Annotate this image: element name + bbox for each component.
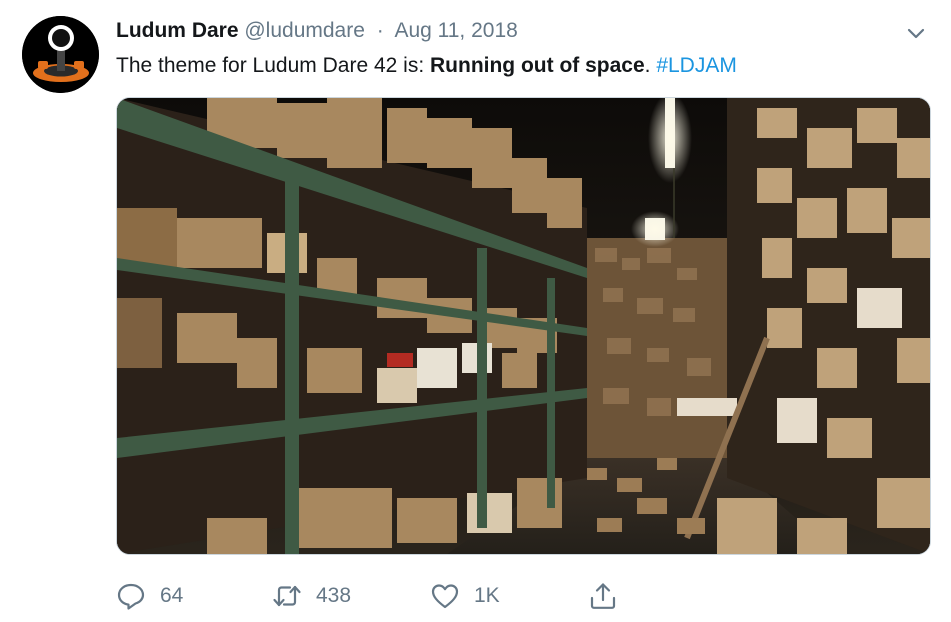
retweet-icon bbox=[273, 585, 301, 607]
reply-count: 64 bbox=[160, 584, 184, 607]
retweet-button[interactable]: 438 bbox=[272, 578, 351, 614]
warehouse-photo bbox=[117, 98, 930, 554]
tweet-text: The theme for Ludum Dare 42 is: Running … bbox=[116, 51, 921, 81]
like-count: 1K bbox=[474, 584, 500, 607]
tweet[interactable]: Ludum Dare @ludumdare · Aug 11, 2018 The… bbox=[0, 0, 951, 622]
share-button[interactable] bbox=[588, 578, 618, 614]
tweet-text-prefix: The theme for Ludum Dare 42 is: bbox=[116, 54, 430, 77]
avatar[interactable] bbox=[22, 16, 99, 93]
heart-icon bbox=[431, 584, 459, 609]
hashtag-link[interactable]: #LDJAM bbox=[656, 54, 737, 77]
tweet-text-suffix: . bbox=[644, 54, 657, 77]
separator-dot: · bbox=[376, 19, 384, 42]
like-button[interactable]: 1K bbox=[430, 578, 500, 614]
tweet-header: Ludum Dare @ludumdare · Aug 11, 2018 bbox=[116, 17, 891, 45]
retweet-count: 438 bbox=[316, 584, 352, 607]
tweet-date[interactable]: Aug 11, 2018 bbox=[394, 19, 517, 42]
tweet-actions: 64 438 1K bbox=[116, 578, 636, 614]
tweet-theme: Running out of space bbox=[430, 54, 645, 77]
reply-icon bbox=[117, 583, 145, 610]
chevron-down-icon[interactable] bbox=[905, 22, 927, 44]
share-icon bbox=[590, 583, 616, 609]
joystick-icon bbox=[22, 16, 99, 93]
author-handle[interactable]: @ludumdare bbox=[244, 19, 365, 42]
author-name[interactable]: Ludum Dare bbox=[116, 19, 239, 42]
reply-button[interactable]: 64 bbox=[116, 578, 183, 614]
tweet-photo[interactable] bbox=[116, 97, 931, 555]
